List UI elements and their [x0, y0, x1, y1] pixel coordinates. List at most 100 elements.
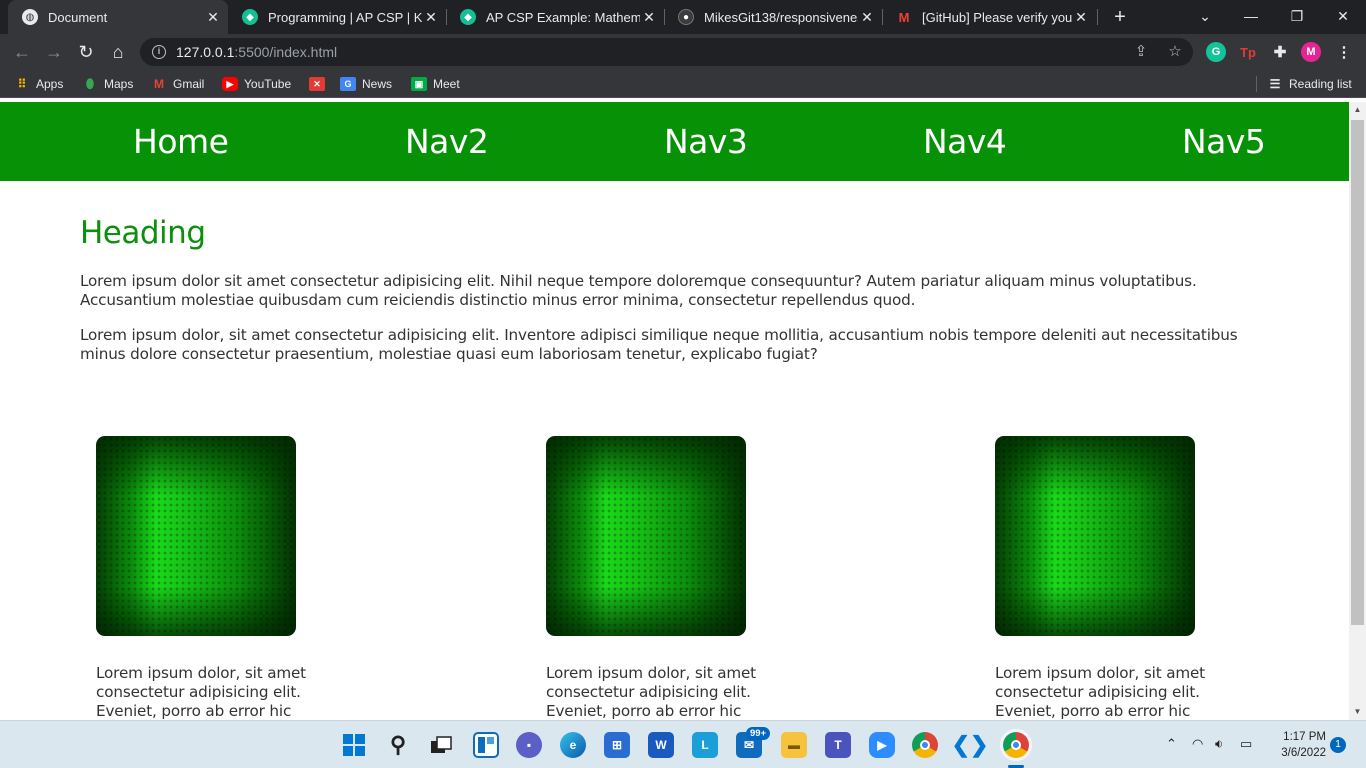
home-icon[interactable]: ⌂: [106, 40, 130, 64]
reading-list-button[interactable]: ☰ Reading list: [1256, 76, 1352, 92]
reading-list-label: Reading list: [1289, 77, 1352, 91]
card-text-3: Lorem ipsum dolor, sit amet consectetur …: [995, 664, 1205, 720]
zoom-icon[interactable]: ▶: [869, 732, 895, 758]
close-tab-icon[interactable]: ✕: [858, 9, 876, 26]
gmail-icon: M: [898, 9, 910, 25]
tab-title: [GitHub] Please verify your d: [922, 9, 1072, 25]
l-app-icon[interactable]: L: [692, 732, 718, 758]
tab-programming[interactable]: ◆ Programming | AP CSP | Khan ✕: [228, 0, 446, 34]
bookmark-label: YouTube: [244, 77, 292, 91]
url-text: 127.0.0.1:5500/index.html: [176, 44, 338, 60]
card-image-2: [546, 436, 746, 636]
system-clock[interactable]: 1:17 PM 3/6/2022: [1270, 729, 1326, 761]
share-icon[interactable]: ⇪: [1130, 42, 1152, 62]
bookmark-youtube[interactable]: ▶ YouTube: [222, 76, 291, 92]
grammarly-icon[interactable]: G: [1206, 42, 1226, 62]
close-tab-icon[interactable]: ✕: [1072, 9, 1090, 26]
bookmark-label: Apps: [36, 77, 64, 91]
reload-icon[interactable]: ↻: [74, 40, 98, 64]
address-bar[interactable]: i 127.0.0.1:5500/index.html ⇪ ☆: [140, 38, 1193, 66]
bookmark-label: Maps: [104, 77, 134, 91]
maps-icon: ⬮: [85, 76, 95, 91]
profile-avatar[interactable]: M: [1301, 42, 1321, 62]
nav-home[interactable]: Home: [133, 122, 229, 161]
apps-grid-icon: ⠿: [17, 77, 27, 91]
task-view-icon[interactable]: [428, 732, 454, 758]
edge-icon[interactable]: e: [560, 732, 586, 758]
browser-toolbar: ← → ↻ ⌂ i 127.0.0.1:5500/index.html ⇪ ☆ …: [0, 34, 1366, 70]
notification-badge[interactable]: 1: [1330, 737, 1346, 753]
tab-title: Programming | AP CSP | Khan: [268, 9, 422, 25]
site-navbar: Home Nav2 Nav3 Nav4 Nav5: [0, 102, 1349, 181]
x-red-icon: ✕: [309, 77, 325, 91]
extensions-puzzle-icon[interactable]: ✚: [1270, 42, 1290, 62]
tab-github-repo[interactable]: ● MikesGit138/responsiveness ✕: [664, 0, 882, 34]
close-window-button[interactable]: ✕: [1320, 0, 1366, 34]
tab-gmail[interactable]: M [GitHub] Please verify your d ✕: [882, 0, 1096, 34]
bookmark-gmail[interactable]: M Gmail: [151, 76, 204, 92]
scroll-down-arrow[interactable]: ▼: [1349, 704, 1366, 720]
wifi-icon[interactable]: ◠: [1192, 736, 1203, 752]
page-scrollbar[interactable]: ▲ ▼: [1349, 102, 1366, 720]
gmail-icon: M: [154, 77, 164, 91]
new-tab-button[interactable]: +: [1108, 5, 1132, 29]
tab-search-button[interactable]: ⌄: [1182, 0, 1228, 34]
minimize-button[interactable]: —: [1228, 0, 1274, 34]
meet-icon: ▣: [411, 77, 427, 91]
page-heading: Heading: [80, 215, 206, 251]
scroll-thumb[interactable]: [1351, 120, 1364, 625]
tab-document[interactable]: ◍ Document ✕: [8, 0, 228, 34]
tab-ap-csp-example[interactable]: ◆ AP CSP Example: Mathematic ✕: [446, 0, 664, 34]
site-info-icon[interactable]: i: [152, 45, 166, 59]
scroll-up-arrow[interactable]: ▲: [1349, 102, 1366, 118]
nav-5[interactable]: Nav5: [1182, 122, 1266, 161]
bookmark-star-icon[interactable]: ☆: [1164, 42, 1186, 62]
chrome-icon[interactable]: [912, 732, 938, 758]
chrome-profile-icon[interactable]: [1000, 729, 1032, 761]
nav-3[interactable]: Nav3: [664, 122, 748, 161]
khan-academy-icon: ◆: [460, 9, 476, 25]
reading-list-icon: ☰: [1269, 77, 1281, 91]
bookmark-unnamed[interactable]: ✕: [309, 76, 331, 92]
volume-icon[interactable]: 🔉︎: [1215, 736, 1223, 752]
tab-title: MikesGit138/responsiveness: [704, 9, 858, 25]
bookmark-label: News: [362, 77, 393, 91]
tab-strip: ◍ Document ✕ ◆ Programming | AP CSP | Kh…: [0, 0, 1366, 34]
store-icon[interactable]: ⊞: [604, 732, 630, 758]
tp-extension-icon[interactable]: Tp: [1238, 42, 1258, 62]
nav-2[interactable]: Nav2: [405, 122, 489, 161]
card-text-2: Lorem ipsum dolor, sit amet consectetur …: [546, 664, 756, 720]
chevron-up-icon[interactable]: ⌃: [1166, 736, 1177, 752]
card-text-1: Lorem ipsum dolor, sit amet consectetur …: [96, 664, 306, 720]
windows-start-icon[interactable]: [341, 732, 367, 758]
chat-icon[interactable]: ▪: [516, 732, 542, 758]
mail-badge: 99+: [746, 727, 771, 740]
word-icon[interactable]: W: [648, 732, 674, 758]
bookmark-label: Meet: [433, 77, 460, 91]
close-tab-icon[interactable]: ✕: [640, 9, 658, 26]
chrome-menu-icon[interactable]: ⋮: [1334, 42, 1354, 62]
maximize-button[interactable]: ❐: [1274, 0, 1320, 34]
tab-title: AP CSP Example: Mathematic: [486, 9, 640, 25]
bookmark-maps[interactable]: ⬮ Maps: [82, 76, 133, 92]
battery-icon[interactable]: ▭: [1240, 736, 1252, 752]
widgets-icon[interactable]: [473, 732, 499, 758]
teams-icon[interactable]: T: [825, 732, 851, 758]
forward-icon[interactable]: →: [42, 40, 66, 64]
file-explorer-icon[interactable]: ▬: [781, 732, 807, 758]
page-viewport: Home Nav2 Nav3 Nav4 Nav5 Heading Lorem i…: [0, 102, 1349, 720]
bookmark-apps[interactable]: ⠿ Apps: [14, 76, 64, 92]
close-tab-icon[interactable]: ✕: [422, 9, 440, 26]
bookmark-meet[interactable]: ▣ Meet: [411, 76, 460, 92]
tab-separator: [1097, 9, 1098, 25]
paragraph-2: Lorem ipsum dolor, sit amet consectetur …: [80, 326, 1238, 363]
vscode-icon[interactable]: ❮❯: [952, 732, 989, 758]
card-image-1: [96, 436, 296, 636]
bookmark-news[interactable]: G News: [340, 76, 392, 92]
search-icon[interactable]: ⚲: [385, 732, 411, 758]
nav-4[interactable]: Nav4: [923, 122, 1007, 161]
card-image-3: [995, 436, 1195, 636]
back-icon[interactable]: ←: [10, 40, 34, 64]
close-tab-icon[interactable]: ✕: [204, 9, 222, 26]
clock-time: 1:17 PM: [1283, 731, 1326, 743]
